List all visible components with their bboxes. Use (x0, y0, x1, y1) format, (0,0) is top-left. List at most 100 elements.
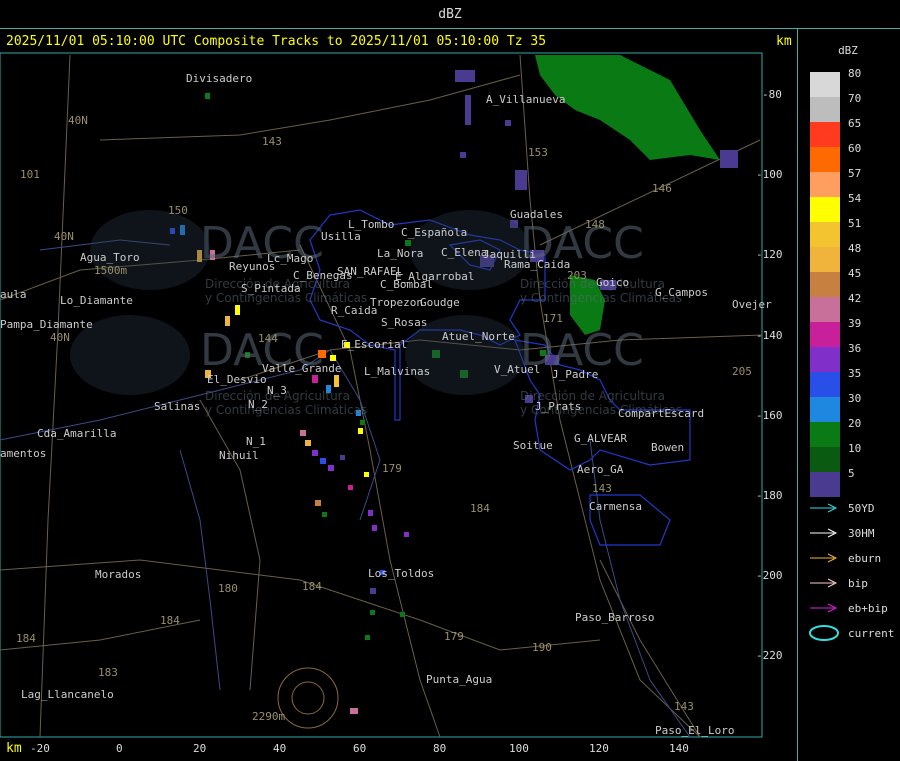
svg-text:Bowen: Bowen (651, 441, 684, 454)
svg-text:N_1: N_1 (246, 435, 266, 448)
current-ellipse-icon (808, 623, 840, 647)
svg-text:40N: 40N (54, 230, 74, 243)
legend-swatch (810, 197, 840, 222)
legend-label: 57 (848, 167, 862, 180)
svg-text:Lag_Llancanelo: Lag_Llancanelo (21, 688, 114, 701)
svg-text:El_Desvio: El_Desvio (207, 373, 267, 386)
legend-swatch (810, 397, 840, 422)
svg-text:40: 40 (273, 742, 286, 755)
svg-text:40N: 40N (50, 331, 70, 344)
legend-swatch (810, 97, 840, 122)
svg-text:Nihuil: Nihuil (219, 449, 259, 462)
svg-text:Paso_Barroso: Paso_Barroso (575, 611, 654, 624)
track-arrow-icon (808, 573, 840, 597)
km-unit-top: km (776, 34, 792, 49)
track-label: eburn (848, 552, 882, 565)
legend-label: 5 (848, 467, 855, 480)
track-arrow-icon (808, 523, 840, 547)
svg-text:184: 184 (470, 502, 490, 515)
svg-text:-120: -120 (756, 248, 783, 261)
svg-text:CompartEscard: CompartEscard (618, 407, 704, 420)
svg-text:Los_Toldos: Los_Toldos (368, 567, 434, 580)
svg-text:Punta_Agua: Punta_Agua (426, 673, 492, 686)
svg-text:Dirección de Agricultura: Dirección de Agricultura (520, 277, 665, 291)
svg-text:N_2: N_2 (248, 398, 268, 411)
svg-text:190: 190 (532, 641, 552, 654)
svg-text:SAN_RAFAEL: SAN_RAFAEL (337, 265, 404, 278)
svg-text:2290m: 2290m (252, 710, 285, 723)
svg-text:V_Atuel: V_Atuel (494, 363, 540, 376)
legend-swatch (810, 297, 840, 322)
svg-text:Goico: Goico (596, 276, 629, 289)
svg-text:100: 100 (509, 742, 529, 755)
svg-text:Guadales: Guadales (510, 208, 563, 221)
composite-header: 2025/11/01 05:10:00 UTC Composite Tracks… (6, 34, 547, 49)
svg-text:E_Escorial: E_Escorial (341, 338, 407, 351)
svg-text:Lo_Diamante: Lo_Diamante (60, 294, 133, 307)
legend-label: 35 (848, 367, 862, 380)
svg-text:Morados: Morados (95, 568, 141, 581)
svg-text:60: 60 (353, 742, 366, 755)
legend-title: dBZ (838, 44, 858, 57)
track-label: current (848, 627, 895, 640)
legend-label: 39 (848, 317, 862, 330)
svg-text:80: 80 (433, 742, 446, 755)
legend-swatch (810, 172, 840, 197)
svg-text:184: 184 (302, 580, 322, 593)
track-arrow-icon (808, 598, 840, 622)
svg-text:C_Española: C_Española (401, 226, 467, 239)
svg-text:-220: -220 (756, 649, 783, 662)
svg-text:20: 20 (193, 742, 206, 755)
radar-map[interactable]: DACC DACC DACC DACC Dirección de Agricul… (0, 28, 797, 761)
svg-text:-200: -200 (756, 569, 783, 582)
legend-label: 42 (848, 292, 862, 305)
svg-text:y Contingencias Climáticas: y Contingencias Climáticas (205, 403, 367, 417)
svg-text:J_Padre: J_Padre (552, 368, 598, 381)
legend-swatch (810, 222, 840, 247)
svg-text:L_Malvinas: L_Malvinas (364, 365, 430, 378)
svg-text:amentos: amentos (0, 447, 46, 460)
dbz-legend: dBZ 80 70 65 60 57 54 51 48 45 42 39 36 35 30 20 10 5 50… (798, 29, 900, 761)
svg-text:Ovejer: Ovejer (732, 298, 772, 311)
legend-swatch (810, 272, 840, 297)
svg-text:180: 180 (218, 582, 238, 595)
track-label: bip (848, 577, 868, 590)
svg-text:R_Caida: R_Caida (331, 304, 377, 317)
svg-text:aula: aula (0, 288, 27, 301)
svg-text:146: 146 (652, 182, 672, 195)
window-title: dBZ (438, 7, 462, 22)
svg-text:Tropezon: Tropezon (370, 296, 423, 309)
svg-text:N_3: N_3 (267, 384, 287, 397)
svg-text:179: 179 (382, 462, 402, 475)
svg-text:Goudge: Goudge (420, 296, 460, 309)
svg-text:143: 143 (262, 135, 282, 148)
svg-text:184: 184 (160, 614, 180, 627)
svg-text:150: 150 (168, 204, 188, 217)
svg-text:Paso_El_Loro: Paso_El_Loro (655, 724, 734, 737)
svg-text:Divisadero: Divisadero (186, 72, 252, 85)
legend-label: 54 (848, 192, 862, 205)
legend-swatch (810, 122, 840, 147)
svg-text:1500m: 1500m (94, 264, 127, 277)
svg-text:S_Rosas: S_Rosas (381, 316, 427, 329)
svg-text:Lc_Mago: Lc_Mago (267, 252, 313, 265)
legend-label: 10 (848, 442, 862, 455)
svg-text:G_Campos: G_Campos (655, 286, 708, 299)
svg-text:0: 0 (116, 742, 123, 755)
svg-text:Salinas: Salinas (154, 400, 200, 413)
svg-text:40N: 40N (68, 114, 88, 127)
svg-text:Pampa_Diamante: Pampa_Diamante (0, 318, 93, 331)
svg-text:179: 179 (444, 630, 464, 643)
map-frame[interactable]: DACC DACC DACC DACC Dirección de Agricul… (0, 28, 798, 761)
legend-label: 65 (848, 117, 862, 130)
svg-text:148: 148 (585, 218, 605, 231)
svg-text:143: 143 (592, 482, 612, 495)
legend-swatch (810, 372, 840, 397)
km-unit-bottom: km (6, 741, 22, 756)
svg-text:S_Pintada: S_Pintada (241, 282, 301, 295)
svg-text:La_Nora: La_Nora (377, 247, 423, 260)
svg-text:Atuel_Norte: Atuel_Norte (442, 330, 515, 343)
track-label: eb+bip (848, 602, 888, 615)
legend-label: 36 (848, 342, 862, 355)
svg-text:184: 184 (16, 632, 36, 645)
